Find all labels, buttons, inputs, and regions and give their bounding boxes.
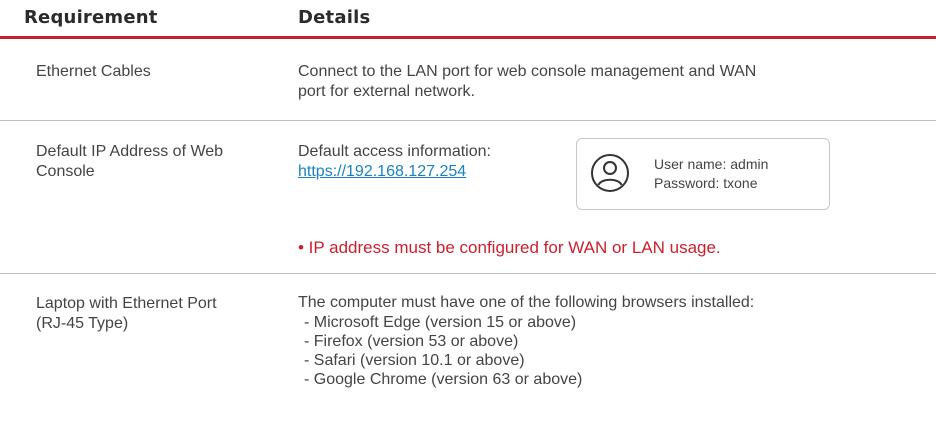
- password-text: Password: txone: [654, 175, 758, 191]
- user-circle-icon: [590, 153, 630, 193]
- ip-config-note: • IP address must be configured for WAN …: [298, 238, 721, 257]
- login-info-card: User name: admin Password: txone: [576, 138, 830, 210]
- table-header: Requirement Details: [0, 0, 936, 38]
- header-divider: [0, 36, 936, 39]
- list-item: - Google Chrome (version 63 or above): [304, 371, 583, 388]
- browser-list: - Microsoft Edge (version 15 or above) -…: [298, 313, 582, 389]
- header-requirement: Requirement: [24, 7, 158, 28]
- row-2-details-intro: Default access information:: [298, 143, 491, 160]
- row-3-requirement: Laptop with Ethernet Port (RJ-45 Type): [36, 295, 217, 332]
- web-console-url-link[interactable]: https://192.168.127.254: [298, 162, 466, 182]
- row-divider: [0, 120, 936, 121]
- row-1-requirement: Ethernet Cables: [36, 63, 151, 80]
- row-1-details: Connect to the LAN port for web console …: [298, 63, 757, 100]
- list-item: - Microsoft Edge (version 15 or above): [304, 314, 577, 331]
- row-2-requirement: Default IP Address of Web Console: [36, 143, 224, 180]
- list-item: - Firefox (version 53 or above): [304, 333, 519, 350]
- row-3-details-intro: The computer must have one of the follow…: [298, 294, 755, 311]
- header-details: Details: [298, 7, 371, 28]
- row-divider: [0, 273, 936, 274]
- list-item: - Safari (version 10.1 or above): [304, 352, 525, 369]
- username-text: User name: admin: [654, 156, 769, 172]
